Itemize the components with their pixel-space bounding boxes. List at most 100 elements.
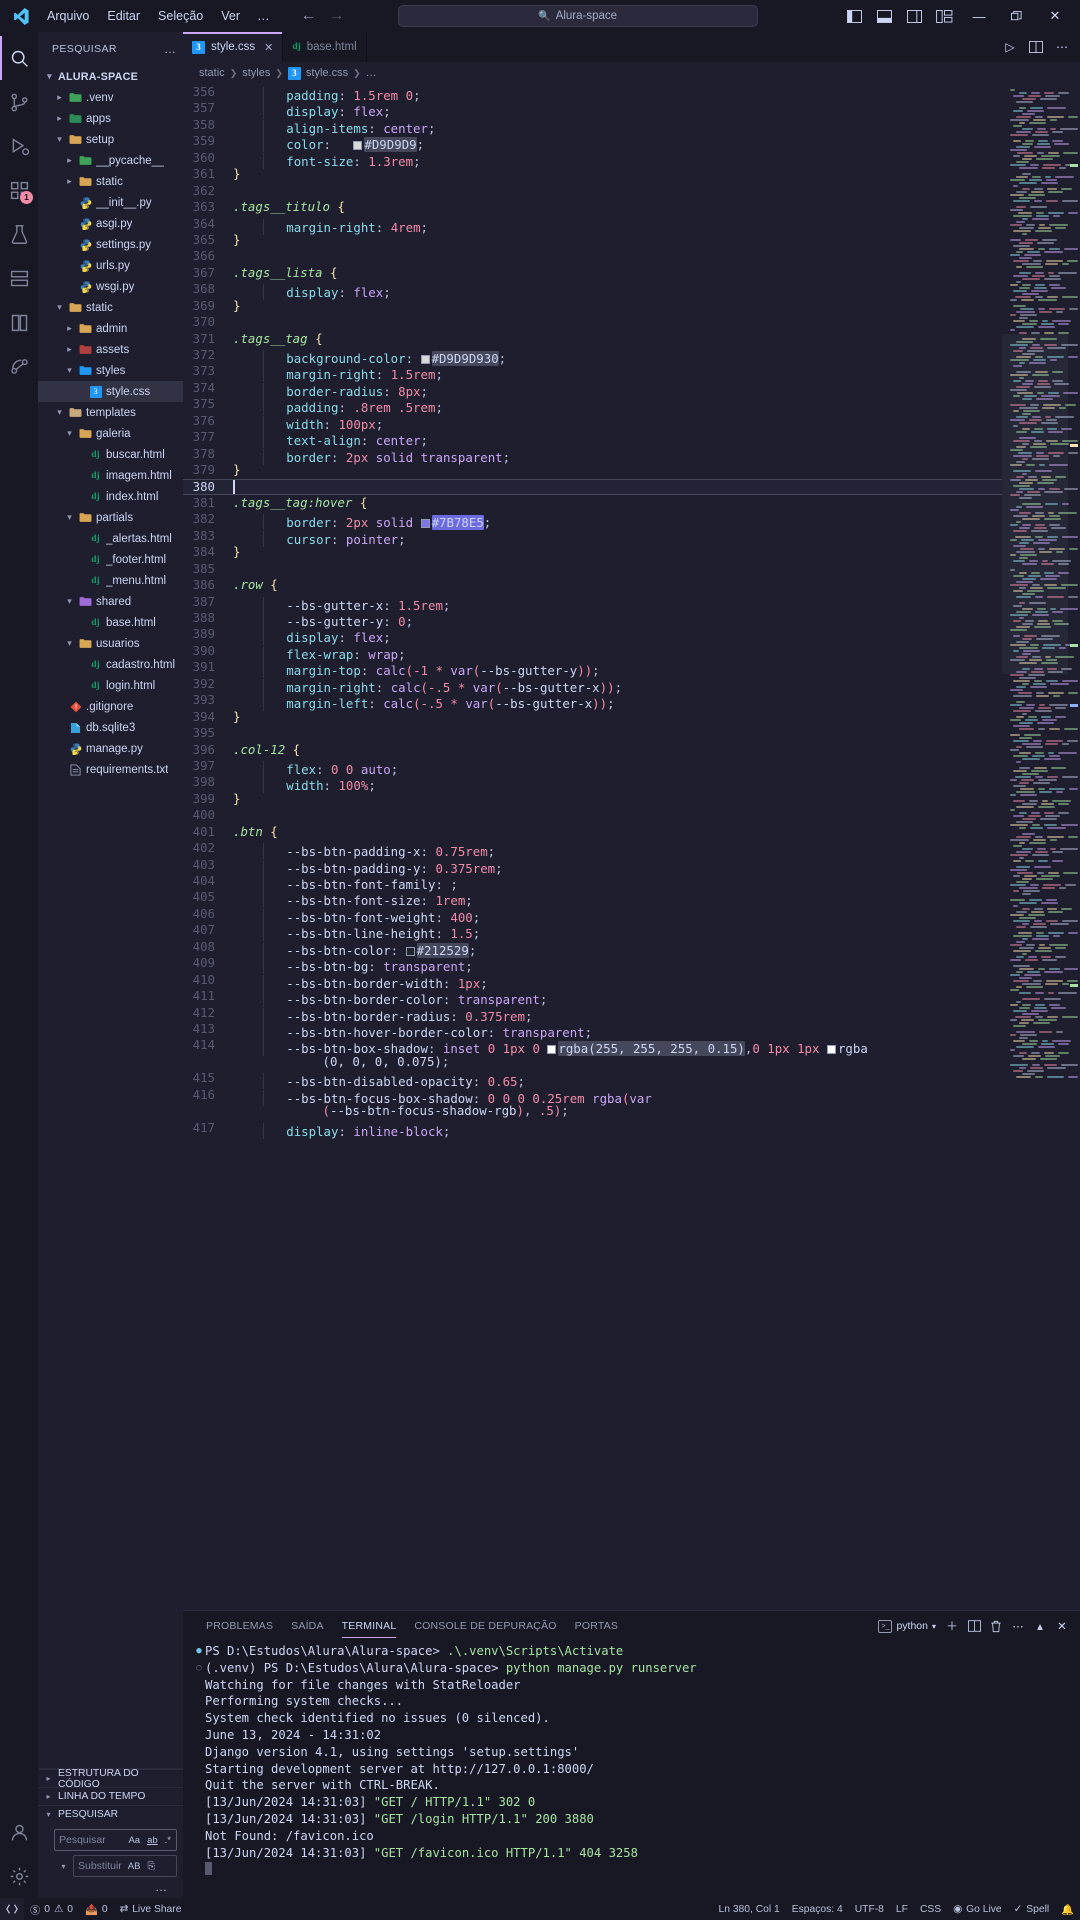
tree-item-assets[interactable]: ▸ assets: [38, 339, 183, 360]
code-line[interactable]: 362: [183, 183, 1002, 199]
code-line[interactable]: 393 margin-left: calc(-.5 * var(--bs-gut…: [183, 692, 1002, 712]
tree-item-setup[interactable]: ▾ setup: [38, 129, 183, 150]
code-line[interactable]: 398 width: 100%;: [183, 774, 1002, 794]
minimap-slider[interactable]: [1002, 334, 1068, 674]
toggle-primary-sidebar-icon[interactable]: [840, 2, 870, 30]
code-line[interactable]: 414 --bs-btn-box-shadow: inset 0 1px 0 r…: [183, 1037, 1002, 1057]
code-line[interactable]: 381 .tags__tag:hover {: [183, 495, 1002, 511]
status-language-mode[interactable]: CSS: [914, 1898, 947, 1920]
tree-item-static[interactable]: ▸ static: [38, 171, 183, 192]
panel-tab-saida[interactable]: SAÍDA: [282, 1611, 333, 1641]
code-line[interactable]: 407 --bs-btn-line-height: 1.5;: [183, 922, 1002, 942]
code-line-wrapped[interactable]: (0, 0, 0, 0.075);: [183, 1054, 1002, 1070]
minimize-button[interactable]: —: [960, 0, 998, 32]
code-line[interactable]: 387 --bs-gutter-x: 1.5rem;: [183, 594, 1002, 613]
panel-tab-problemas[interactable]: PROBLEMAS: [197, 1611, 282, 1641]
code-line[interactable]: 366: [183, 248, 1002, 264]
tree-item-settings-py[interactable]: ▸settings.py: [38, 234, 183, 255]
code-line[interactable]: 402 --bs-btn-padding-x: 0.75rem;: [183, 840, 1002, 860]
preserve-case-icon[interactable]: AB: [127, 1861, 142, 1872]
activitybar-item-run-debug[interactable]: [0, 124, 38, 168]
menu-bar[interactable]: Arquivo Editar Seleção Ver …: [38, 5, 279, 27]
tree-item-pycache[interactable]: ▸ __pycache__: [38, 150, 183, 171]
activitybar-item-extensions[interactable]: 1: [0, 168, 38, 212]
tree-item-imagem-html[interactable]: ▸djimagem.html: [38, 465, 183, 486]
arrow-left-icon[interactable]: ←: [301, 8, 317, 24]
replace-input[interactable]: Substituir AB ⎘: [73, 1855, 177, 1877]
tree-item-venv[interactable]: ▸ .venv: [38, 87, 183, 108]
tree-item-wsgi-py[interactable]: ▸wsgi.py: [38, 276, 183, 297]
code-line[interactable]: 359 color: #D9D9D9;: [183, 133, 1002, 153]
code-line[interactable]: 403 --bs-btn-padding-y: 0.375rem;: [183, 857, 1002, 876]
run-icon[interactable]: ▷: [998, 33, 1022, 61]
tree-item-static[interactable]: ▾ static: [38, 297, 183, 318]
toggle-panel-icon[interactable]: [870, 2, 900, 30]
tree-item-index-html[interactable]: ▸djindex.html: [38, 486, 183, 507]
status-cursor-position[interactable]: Ln 380, Col 1: [713, 1898, 786, 1920]
code-line[interactable]: 411 --bs-btn-border-color: transparent;: [183, 988, 1002, 1008]
more-actions-icon[interactable]: ⋯: [1008, 1613, 1028, 1639]
maximize-button[interactable]: [998, 0, 1036, 32]
close-icon[interactable]: ✕: [264, 41, 273, 54]
status-spell-checker[interactable]: ✓ Spell: [1008, 1898, 1056, 1920]
command-center[interactable]: 🔍 Alura-space: [397, 5, 758, 27]
status-indentation[interactable]: Espaços: 4: [786, 1898, 849, 1920]
code-line[interactable]: 400: [183, 807, 1002, 823]
tree-item-gitignore[interactable]: ▸.gitignore: [38, 696, 183, 717]
breadcrumb-static[interactable]: static: [199, 67, 225, 79]
tree-item-styles[interactable]: ▾ styles: [38, 360, 183, 381]
tree-item-footer-html[interactable]: ▸dj_footer.html: [38, 549, 183, 570]
activitybar-item-docs[interactable]: [0, 300, 38, 344]
code-line[interactable]: 372 background-color: #D9D9D930;: [183, 347, 1002, 366]
color-swatch[interactable]: [547, 1045, 557, 1055]
search-details-icon[interactable]: …: [54, 1880, 177, 1894]
code-line[interactable]: 382 border: 2px solid #7B78E5;: [183, 511, 1002, 531]
code-line[interactable]: 415 --bs-btn-disabled-opacity: 0.65;: [183, 1070, 1002, 1090]
panel-tab-console-depuracao[interactable]: CONSOLE DE DEPURAÇÃO: [405, 1611, 565, 1641]
match-case-icon[interactable]: Aa: [127, 1835, 141, 1846]
menu-more[interactable]: …: [249, 5, 279, 27]
code-line[interactable]: 416 --bs-btn-focus-box-shadow: 0 0 0 0.2…: [183, 1087, 1002, 1106]
panel-tab-portas[interactable]: PORTAS: [566, 1611, 627, 1641]
breadcrumb-styles[interactable]: styles: [242, 67, 270, 79]
code-line[interactable]: 374 border-radius: 8px;: [183, 380, 1002, 399]
code-line[interactable]: 360 font-size: 1.3rem;: [183, 150, 1002, 169]
tab-base-html[interactable]: dj base.html: [283, 32, 367, 62]
tree-item-style-css[interactable]: ▸3style.css: [38, 381, 183, 402]
code-line[interactable]: 373 margin-right: 1.5rem;: [183, 363, 1002, 383]
code-line[interactable]: 396 .col-12 {: [183, 742, 1002, 758]
code-line[interactable]: 364 margin-right: 4rem;: [183, 216, 1002, 235]
sidebar-more-icon[interactable]: …: [164, 42, 177, 56]
arrow-right-icon[interactable]: →: [329, 8, 345, 24]
section-estrutura-do-codigo[interactable]: ▸ ESTRUTURA DO CÓDIGO: [38, 1768, 183, 1790]
code-line[interactable]: 376 width: 100px;: [183, 413, 1002, 432]
tree-item-urls-py[interactable]: ▸urls.py: [38, 255, 183, 276]
code-line[interactable]: 389 display: flex;: [183, 626, 1002, 646]
activitybar-item-testing[interactable]: [0, 212, 38, 256]
breadcrumb-symbol[interactable]: …: [366, 67, 377, 79]
code-line[interactable]: 412 --bs-btn-border-radius: 0.375rem;: [183, 1005, 1002, 1024]
code-line[interactable]: 378 border: 2px solid transparent;: [183, 446, 1002, 465]
remote-window-icon[interactable]: [0, 1898, 24, 1920]
code-line[interactable]: 370: [183, 314, 1002, 330]
activitybar-item-live-share[interactable]: [0, 344, 38, 388]
tree-item-admin[interactable]: ▸ admin: [38, 318, 183, 339]
tree-item-apps[interactable]: ▸ apps: [38, 108, 183, 129]
menu-editar[interactable]: Editar: [98, 5, 149, 27]
tree-item-cadastro-html[interactable]: ▸djcadastro.html: [38, 654, 183, 675]
color-swatch[interactable]: [420, 519, 430, 529]
menu-selecao[interactable]: Seleção: [149, 5, 212, 27]
code-line[interactable]: 363 .tags__titulo {: [183, 199, 1002, 215]
search-input[interactable]: Pesquisar Aa ab .*: [54, 1829, 177, 1851]
file-explorer-tree[interactable]: ▾ ALURA-SPACE ▸ .venv ▸ apps ▾ setup ▸ __pycach…: [38, 66, 183, 1768]
activitybar-item-settings[interactable]: [0, 1854, 38, 1898]
status-live-share[interactable]: ⇄ Live Share: [114, 1898, 188, 1920]
toggle-replace-icon[interactable]: ▾: [58, 1862, 69, 1871]
section-pesquisar[interactable]: ▾ PESQUISAR: [38, 1805, 183, 1823]
code-line[interactable]: 413 --bs-btn-hover-border-color: transpa…: [183, 1021, 1002, 1040]
code-line[interactable]: 392 margin-right: calc(-.5 * var(--bs-gu…: [183, 676, 1002, 695]
match-whole-word-icon[interactable]: ab: [146, 1835, 159, 1846]
activitybar-item-search[interactable]: [0, 36, 38, 80]
tree-item-db-sqlite3[interactable]: ▸db.sqlite3: [38, 717, 183, 738]
trash-icon[interactable]: [986, 1613, 1006, 1639]
